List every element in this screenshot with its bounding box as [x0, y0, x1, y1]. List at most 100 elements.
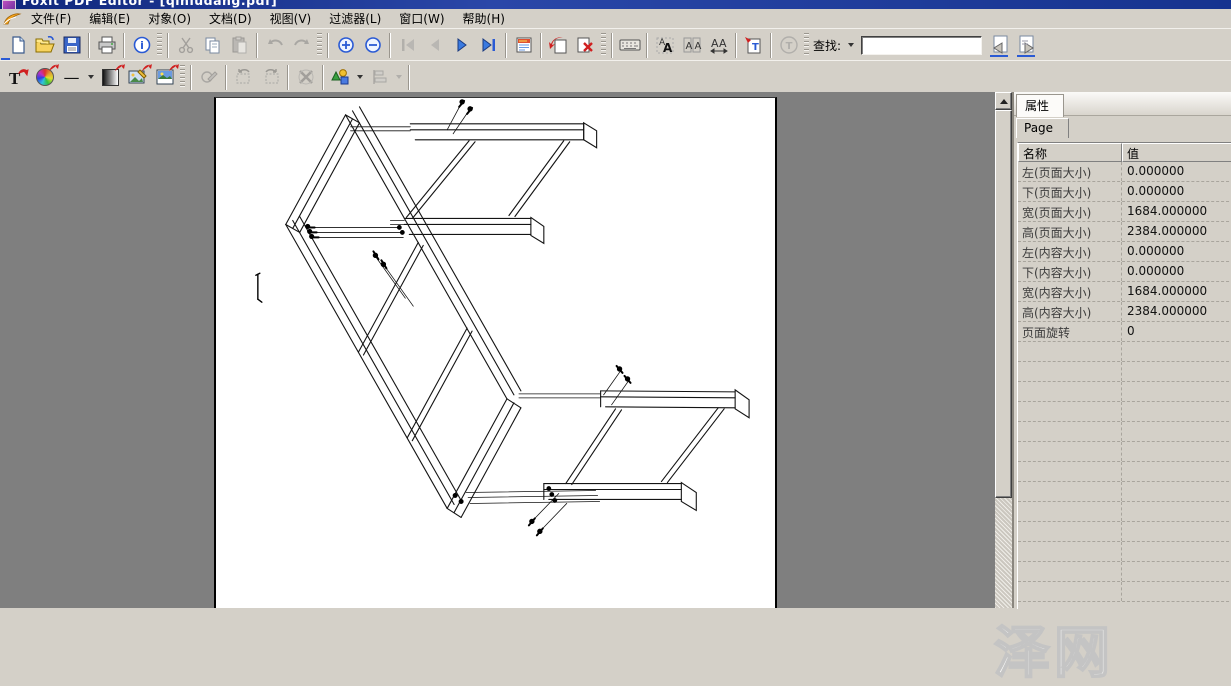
menu-view[interactable]: 视图(V) [261, 9, 321, 29]
svg-text:T: T [785, 41, 792, 52]
empty-row [1018, 502, 1231, 522]
find-previous-icon [990, 35, 1010, 55]
delete-object-icon [297, 69, 315, 85]
property-row[interactable]: 左(页面大小)0.000000 [1018, 162, 1231, 182]
scrollbar-track[interactable] [995, 498, 1012, 608]
last-page-button[interactable] [475, 32, 502, 58]
empty-row [1018, 482, 1231, 502]
insert-page-icon [549, 36, 568, 54]
shading-tool-button[interactable] [97, 64, 124, 90]
char-spacing-button[interactable]: A A [705, 32, 732, 58]
grid-header: 名称 值 [1018, 143, 1231, 162]
align-tools-button[interactable] [366, 64, 393, 90]
menu-object[interactable]: 对象(O) [139, 9, 200, 29]
edit-color-button[interactable] [31, 64, 58, 90]
property-row[interactable]: 高(页面大小)2384.000000 [1018, 222, 1231, 242]
cut-button[interactable] [172, 32, 199, 58]
property-row[interactable]: 高(内容大小)2384.000000 [1018, 302, 1231, 322]
scroll-up-button[interactable] [995, 92, 1012, 110]
align-tools-dropdown[interactable] [393, 65, 405, 89]
menu-filter[interactable]: 过滤器(L) [320, 9, 390, 29]
menu-edit[interactable]: 编辑(E) [80, 9, 139, 29]
graphics-tools-dropdown[interactable] [354, 65, 366, 89]
menu-file[interactable]: 文件(F) [22, 9, 80, 29]
svg-text:A: A [694, 41, 701, 52]
line-icon: — [64, 68, 80, 87]
info-icon: i [133, 36, 151, 54]
vertical-scrollbar[interactable] [995, 92, 1012, 608]
rotate-left-button[interactable] [230, 64, 257, 90]
empty-row [1018, 442, 1231, 462]
column-value-header[interactable]: 值 [1122, 143, 1231, 162]
redo-icon [292, 37, 312, 53]
scrollbar-thumb[interactable] [995, 110, 1012, 498]
properties-panel: 属性 Page 名称 值 左(页面大小)0.000000 下(页面大小)0.00… [1012, 92, 1231, 608]
first-page-icon [399, 37, 417, 53]
new-document-button[interactable] [4, 32, 31, 58]
find-options-dropdown[interactable] [845, 33, 857, 57]
page-layout-button[interactable] [510, 32, 537, 58]
line-tool-button[interactable]: — [58, 64, 85, 90]
tab-page[interactable]: Page [1016, 118, 1069, 138]
property-row[interactable]: 宽(内容大小)1684.000000 [1018, 282, 1231, 302]
svg-text:A: A [719, 37, 727, 50]
char-spacing-icon: A A [709, 36, 729, 54]
insert-page-button[interactable] [545, 32, 572, 58]
property-row[interactable]: 宽(页面大小)1684.000000 [1018, 202, 1231, 222]
panel-title[interactable]: 属性 [1016, 94, 1064, 117]
document-canvas[interactable] [0, 92, 995, 608]
edit-object-button[interactable] [195, 64, 222, 90]
find-previous-button[interactable] [986, 32, 1013, 58]
open-folder-icon [35, 36, 55, 54]
empty-row [1018, 562, 1231, 582]
find-next-button[interactable] [1013, 32, 1040, 58]
rotate-right-button[interactable] [257, 64, 284, 90]
add-text-icon: T [7, 67, 29, 87]
svg-text:A: A [663, 41, 673, 54]
font-style-button[interactable]: A A [651, 32, 678, 58]
zoom-in-icon [337, 36, 355, 54]
delete-object-button[interactable] [292, 64, 319, 90]
delete-page-button[interactable] [572, 32, 599, 58]
add-text-button[interactable]: T [4, 64, 31, 90]
empty-row [1018, 422, 1231, 442]
property-row[interactable]: 下(内容大小)0.000000 [1018, 262, 1231, 282]
align-icon [371, 69, 389, 85]
redo-button[interactable] [288, 32, 315, 58]
graphics-tools-button[interactable] [327, 64, 354, 90]
menu-window[interactable]: 窗口(W) [390, 9, 453, 29]
first-page-button[interactable] [394, 32, 421, 58]
pdf-page[interactable] [214, 97, 777, 608]
menu-document[interactable]: 文档(D) [200, 9, 261, 29]
property-row[interactable]: 左(内容大小)0.000000 [1018, 242, 1231, 262]
property-row[interactable]: 页面旋转0 [1018, 322, 1231, 342]
font-compare-button[interactable]: A A [678, 32, 705, 58]
undo-button[interactable] [261, 32, 288, 58]
copy-button[interactable] [199, 32, 226, 58]
open-button[interactable] [31, 32, 58, 58]
print-icon [97, 36, 117, 54]
panel-title-strip: 属性 [1014, 92, 1231, 116]
save-button[interactable] [58, 32, 85, 58]
find-input[interactable] [861, 36, 982, 55]
text-import-button[interactable]: T [740, 32, 767, 58]
edit-image-button[interactable] [124, 64, 151, 90]
column-name-header[interactable]: 名称 [1018, 143, 1122, 162]
previous-page-button[interactable] [421, 32, 448, 58]
paste-button[interactable] [226, 32, 253, 58]
replace-image-button[interactable] [151, 64, 178, 90]
document-info-button[interactable]: i [128, 32, 155, 58]
new-document-icon [9, 36, 27, 54]
zoom-in-button[interactable] [332, 32, 359, 58]
keyboard-button[interactable] [616, 32, 643, 58]
next-page-button[interactable] [448, 32, 475, 58]
text-circle-icon: T [779, 35, 799, 55]
last-page-icon [480, 37, 498, 53]
menu-help[interactable]: 帮助(H) [454, 9, 514, 29]
zoom-out-button[interactable] [359, 32, 386, 58]
text-circle-button[interactable]: T [775, 32, 802, 58]
line-tool-dropdown[interactable] [85, 65, 97, 89]
print-button[interactable] [93, 32, 120, 58]
copy-icon [204, 36, 222, 54]
property-row[interactable]: 下(页面大小)0.000000 [1018, 182, 1231, 202]
